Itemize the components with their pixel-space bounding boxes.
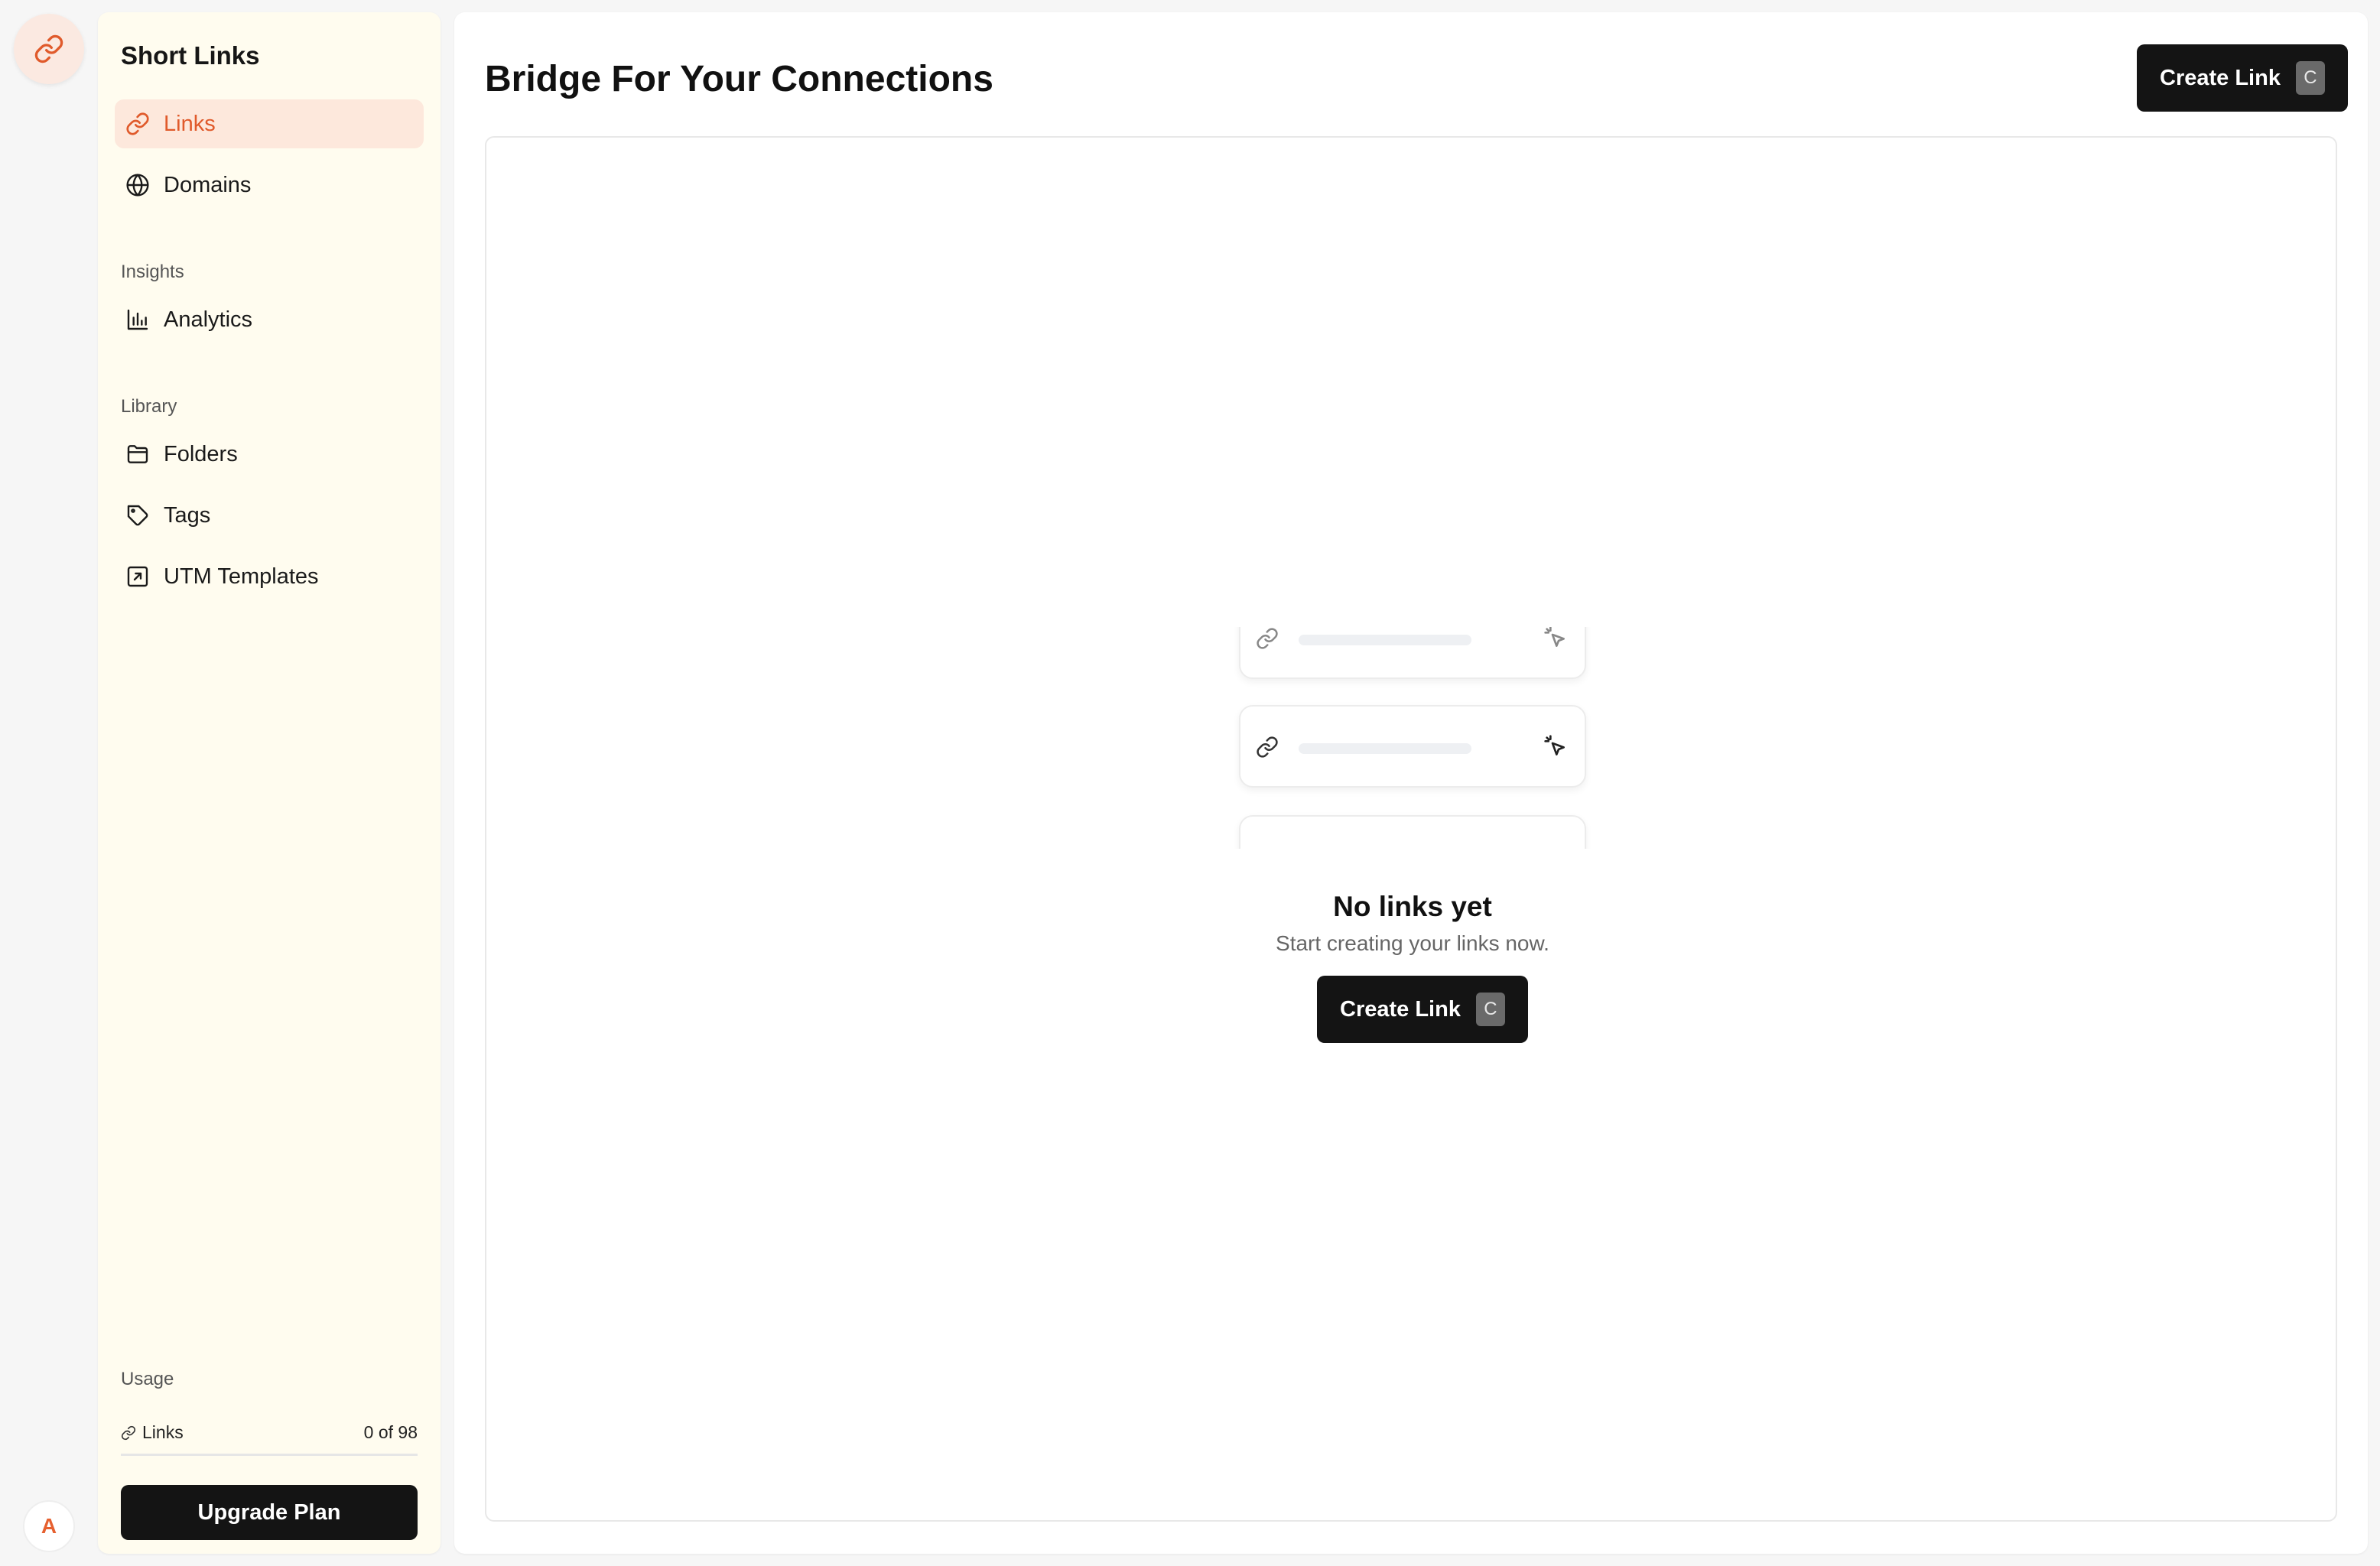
empty-state-illustration <box>1234 627 1591 849</box>
usage-value: 0 of 98 <box>363 1422 418 1442</box>
globe-icon <box>126 174 149 197</box>
usage-label: Links <box>142 1422 184 1442</box>
page-title: Bridge For Your Connections <box>485 59 993 99</box>
link-icon <box>126 112 149 135</box>
usage-links-row: Links 0 of 98 <box>121 1422 418 1456</box>
create-link-button[interactable]: Create Link C <box>2137 44 2348 112</box>
sidebar-item-utm-templates[interactable]: UTM Templates <box>115 552 424 601</box>
link-icon <box>1257 628 1278 649</box>
sidebar-item-label: Links <box>164 111 216 136</box>
app-title: Short Links <box>121 41 260 70</box>
link-icon <box>1257 736 1278 758</box>
empty-state-subtitle: Start creating your links now. <box>1276 931 1549 955</box>
cursor-click-icon <box>1544 627 1565 647</box>
main-content: Bridge For Your Connections Create Link … <box>454 12 2368 1554</box>
create-link-label: Create Link <box>2160 65 2281 90</box>
empty-state-title: No links yet <box>1333 891 1492 922</box>
links-panel: No links yet Start creating your links n… <box>485 136 2337 1522</box>
placeholder-link-card <box>1239 705 1586 788</box>
placeholder-link-card <box>1239 815 1586 849</box>
cursor-click-icon <box>1544 735 1565 755</box>
user-avatar[interactable]: A <box>23 1500 75 1552</box>
bar-chart-icon <box>127 309 148 330</box>
link-icon <box>34 34 63 63</box>
sidebar-item-folders[interactable]: Folders <box>115 430 424 479</box>
sidebar-item-tags[interactable]: Tags <box>115 491 424 540</box>
upgrade-plan-button[interactable]: Upgrade Plan <box>121 1485 418 1540</box>
sidebar-item-label: Tags <box>164 502 211 528</box>
shortcut-key: C <box>2295 61 2325 95</box>
shortcut-key: C <box>1475 993 1505 1026</box>
external-square-icon <box>127 566 148 587</box>
tag-icon <box>127 505 148 526</box>
placeholder-bar <box>1299 635 1471 645</box>
app-logo-button[interactable] <box>14 14 84 84</box>
sidebar-item-links[interactable]: Links <box>115 99 424 148</box>
empty-create-link-button[interactable]: Create Link C <box>1317 976 1528 1043</box>
sidebar-item-label: UTM Templates <box>164 564 319 589</box>
link-icon <box>121 1425 136 1440</box>
section-heading-library: Library <box>121 396 177 417</box>
section-heading-insights: Insights <box>121 262 184 282</box>
placeholder-bar <box>1299 743 1471 754</box>
create-link-label: Create Link <box>1340 996 1461 1022</box>
sidebar-item-domains[interactable]: Domains <box>115 161 424 210</box>
sidebar-item-label: Domains <box>164 172 252 197</box>
sidebar-item-analytics[interactable]: Analytics <box>115 295 424 344</box>
sidebar: Short Links Links Domains Insights Analy… <box>98 12 441 1554</box>
placeholder-link-card <box>1239 627 1586 679</box>
section-heading-usage: Usage <box>121 1369 174 1389</box>
sidebar-item-label: Folders <box>164 441 238 466</box>
app-rail: A <box>0 0 98 1566</box>
sidebar-item-label: Analytics <box>164 307 253 332</box>
folder-icon <box>127 445 148 463</box>
